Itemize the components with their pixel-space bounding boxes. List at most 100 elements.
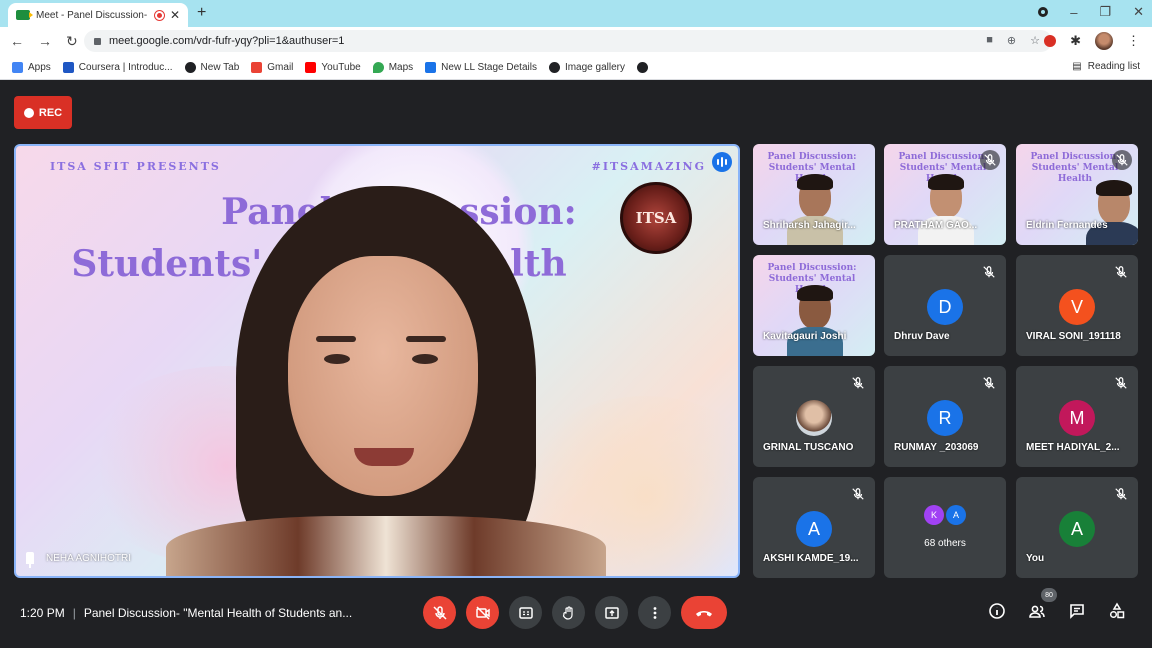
present-button[interactable] <box>595 596 628 629</box>
media-recording-icon[interactable] <box>1038 7 1049 17</box>
bookmark-new-tab[interactable]: New Tab <box>184 62 239 73</box>
restore-icon[interactable]: ❐ <box>1099 4 1111 20</box>
participant-tile[interactable]: V VIRAL SONI_191118 <box>1016 255 1138 356</box>
mic-off-icon <box>1114 487 1128 501</box>
reading-list[interactable]: ▤ Reading list <box>1072 61 1140 72</box>
chat-icon <box>1070 604 1084 619</box>
participant-tile[interactable]: GRINAL TUSCANO <box>753 366 875 467</box>
meeting-details-button[interactable] <box>988 602 1006 620</box>
activities-button[interactable] <box>1108 602 1126 620</box>
mic-off-icon <box>1112 150 1132 170</box>
reading-list-icon: ▤ <box>1072 61 1082 72</box>
participant-count-badge: 80 <box>1041 588 1057 602</box>
mic-off-icon <box>982 376 996 390</box>
url-text: meet.google.com/vdr-fufr-yqy?pli=1&authu… <box>109 35 345 47</box>
mic-off-icon <box>982 265 996 279</box>
mic-off-icon <box>851 487 865 501</box>
youtube-icon <box>305 62 317 73</box>
meeting-time: 1:20 PM <box>20 606 65 620</box>
url-bar[interactable]: meet.google.com/vdr-fufr-yqy?pli=1&authu… <box>84 30 1052 52</box>
present-screen-icon <box>604 606 619 619</box>
window-close-icon[interactable]: ✕ <box>1133 4 1144 20</box>
mic-off-icon <box>851 376 865 390</box>
recording-tab-icon <box>154 10 164 20</box>
participant-name: PRATHAM GAO... <box>894 220 978 231</box>
navigation-buttons: ← → ↻ <box>10 33 78 50</box>
browser-menu-icon[interactable]: ⋮ <box>1127 33 1140 49</box>
globe-icon <box>548 62 560 73</box>
more-vert-icon <box>653 606 656 619</box>
participant-tile[interactable]: Panel Discussion: Students' Mental Healt… <box>884 144 1006 245</box>
globe-icon <box>636 62 648 73</box>
apps-grid-icon <box>12 62 23 73</box>
participant-name: Kavitagauri Joshi <box>763 331 847 342</box>
raise-hand-button[interactable] <box>552 596 585 629</box>
bookmark-apps[interactable]: Apps <box>12 62 51 73</box>
new-tab-button[interactable]: + <box>197 4 206 22</box>
others-tile[interactable]: K A 68 others <box>884 477 1006 578</box>
leave-call-button[interactable] <box>681 596 727 629</box>
participant-avatar: V <box>1059 289 1095 325</box>
address-bar-row: ← → ↻ meet.google.com/vdr-fufr-yqy?pli=1… <box>0 27 1152 56</box>
puzzle-extensions-icon[interactable]: ✱ <box>1070 33 1081 49</box>
captions-button[interactable] <box>509 596 542 629</box>
participant-tile[interactable]: M MEET HADIYAL_2... <box>1016 366 1138 467</box>
participant-name: Eldrin Fernandes <box>1026 220 1108 231</box>
captions-icon <box>518 606 533 619</box>
back-icon[interactable]: ← <box>10 33 24 50</box>
record-dot-icon <box>23 107 34 118</box>
participant-tile[interactable]: Panel Discussion: Students' Mental Healt… <box>753 144 875 245</box>
tab-close-icon[interactable]: ✕ <box>170 8 180 22</box>
bookmark-gmail[interactable]: Gmail <box>251 62 293 73</box>
profile-avatar[interactable] <box>1095 32 1113 50</box>
participant-name: GRINAL TUSCANO <box>763 442 854 453</box>
sheet-icon <box>425 62 437 73</box>
recording-indicator[interactable]: REC <box>14 96 72 129</box>
hashtag-text: #ITSAMAZING <box>591 160 706 173</box>
participant-name: RUNMAY _203069 <box>894 442 979 453</box>
participant-name: Dhruv Dave <box>894 331 950 342</box>
chat-button[interactable] <box>1068 602 1086 620</box>
mic-off-icon <box>980 150 1000 170</box>
bookmark-star-icon[interactable]: ☆ <box>1030 34 1040 47</box>
browser-tab[interactable]: Meet - Panel Discussion- "M ✕ <box>8 3 188 27</box>
participant-tile[interactable]: Panel Discussion: Students' Mental Healt… <box>753 255 875 356</box>
zoom-icon[interactable]: ⊕ <box>1007 34 1016 47</box>
others-avatar: K <box>924 505 944 525</box>
call-controls <box>423 596 727 629</box>
participant-tile[interactable]: A AKSHI KAMDE_19... <box>753 477 875 578</box>
people-button[interactable] <box>1028 602 1046 620</box>
bookmark-maps[interactable]: Maps <box>372 62 413 73</box>
omnibox-actions: ■ ⊕ ☆ <box>986 34 1040 47</box>
camera-toggle-button[interactable] <box>466 596 499 629</box>
bookmark-coursera[interactable]: Coursera | Introduc... <box>62 62 173 73</box>
forward-icon[interactable]: → <box>38 33 52 50</box>
bookmark-youtube[interactable]: YouTube <box>305 62 361 73</box>
lock-icon[interactable] <box>94 37 101 45</box>
participant-tile[interactable]: Panel Discussion: Students' Mental Healt… <box>1016 144 1138 245</box>
hand-icon <box>562 605 573 620</box>
extension-icon[interactable] <box>1044 35 1057 47</box>
main-speaker-tile[interactable]: ITSA SFIT PRESENTS #ITSAMAZING Panel Dis… <box>14 144 740 578</box>
self-tile[interactable]: A You <box>1016 477 1138 578</box>
gmail-icon <box>251 62 263 73</box>
meeting-side-controls <box>988 602 1126 620</box>
speaker-name-label: NEHA AGNIHOTRI <box>26 552 131 568</box>
pin-icon[interactable] <box>26 552 34 568</box>
speaking-indicator-icon <box>712 152 732 172</box>
extensions-area: ✱ ⋮ <box>1044 32 1140 50</box>
bookmark-globe[interactable] <box>636 62 648 73</box>
reload-icon[interactable]: ↻ <box>66 33 78 50</box>
maps-pin-icon <box>372 62 384 73</box>
meet-favicon-icon <box>16 10 33 20</box>
participant-tile[interactable]: R RUNMAY _203069 <box>884 366 1006 467</box>
participant-tile[interactable]: D Dhruv Dave <box>884 255 1006 356</box>
minimize-icon[interactable]: – <box>1070 5 1077 20</box>
participant-name: VIRAL SONI_191118 <box>1026 331 1121 342</box>
more-options-button[interactable] <box>638 596 671 629</box>
bookmark-new-ll-stage[interactable]: New LL Stage Details <box>425 62 537 73</box>
camera-in-use-icon[interactable]: ■ <box>986 34 993 47</box>
bookmark-image-gallery[interactable]: Image gallery <box>548 62 625 73</box>
microphone-toggle-button[interactable] <box>423 596 456 629</box>
participant-avatar: M <box>1059 400 1095 436</box>
